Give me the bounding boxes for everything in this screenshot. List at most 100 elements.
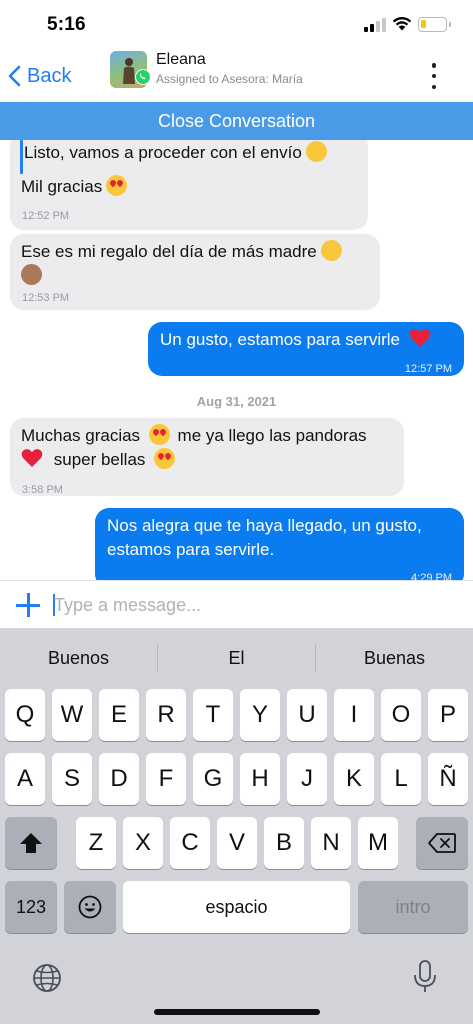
key-z[interactable]: Z [76,817,116,869]
key-b[interactable]: B [264,817,304,869]
key-a[interactable]: A [5,753,45,805]
message-bubble-incoming[interactable]: Muchas gracias me ya llego las pandoras … [10,418,404,496]
numbers-key[interactable]: 123 [5,881,57,933]
home-indicator [154,1009,320,1015]
key-u[interactable]: U [287,689,327,741]
message-text: Mil gracias [21,177,103,196]
message-time: 3:58 PM [22,484,63,496]
backspace-key[interactable] [416,817,468,869]
key-t[interactable]: T [193,689,233,741]
emoji-key[interactable] [64,881,116,933]
see-no-evil-monkey-emoji-icon [21,264,42,285]
back-chevron-icon [8,65,21,87]
message-time: 12:52 PM [22,210,70,222]
message-bubble-outgoing[interactable]: Un gusto, estamos para servirle 12:57 PM [148,322,464,376]
key-j[interactable]: J [287,753,327,805]
space-key[interactable]: espacio [123,881,350,933]
emoji-icon [78,895,102,919]
message-text: Muchas gracias [21,426,141,445]
shift-icon [20,833,42,853]
key-g[interactable]: G [193,753,233,805]
backspace-icon [428,833,456,853]
quoted-text-row: Listo, vamos a proceder con el envío [24,141,327,165]
message-text-row: super bellas [21,448,176,472]
contact-name: Eleana [156,51,206,68]
date-separator: Aug 31, 2021 [196,394,277,409]
microphone-icon[interactable] [412,960,438,994]
key-f[interactable]: F [146,753,186,805]
key-c[interactable]: C [170,817,210,869]
whatsapp-icon [135,69,151,85]
message-list[interactable]: Listo, vamos a proceder con el envío Mil… [0,140,473,580]
key-i[interactable]: I [334,689,374,741]
key-x[interactable]: X [123,817,163,869]
message-text: estamos para servirle. [107,540,275,559]
quoted-message-text: Listo, vamos a proceder con el envío [24,143,302,162]
message-text: me ya llego las pandoras [177,426,367,445]
suggestion-item[interactable]: Buenos [0,628,157,686]
key-h[interactable]: H [240,753,280,805]
status-bar: 5:16 [0,0,473,48]
message-bubble-incoming[interactable]: Listo, vamos a proceder con el envío Mil… [10,140,368,230]
message-bubble-incoming[interactable]: Ese es mi regalo del día de más madre 12… [10,234,380,310]
message-text: Ese es mi regalo del día de más madre [21,242,317,261]
key-q[interactable]: Q [5,689,45,741]
heart-eyes-emoji-icon [154,448,176,469]
close-conversation-button[interactable]: Close Conversation [0,102,473,140]
suggestion-item[interactable]: El [158,628,315,686]
message-text-row: Muchas gracias me ya llego las pandoras [21,424,367,448]
key-r[interactable]: R [146,689,186,741]
back-button[interactable]: Back [8,62,71,90]
message-text: Nos alegra que te haya llegado, un gusto… [107,516,422,535]
message-bubble-outgoing[interactable]: Nos alegra que te haya llegado, un gusto… [95,508,464,580]
message-text: Un gusto, estamos para servirle [160,330,400,349]
quote-bar [20,140,23,174]
key-d[interactable]: D [99,753,139,805]
globe-icon[interactable] [32,963,62,993]
status-time: 5:16 [47,14,86,35]
message-input[interactable] [54,591,454,619]
key-s[interactable]: S [52,753,92,805]
return-key[interactable]: intro [358,881,468,933]
heart-eyes-emoji-icon [148,424,170,445]
assigned-agent-text: Assigned to Asesora: María [156,72,303,86]
key-n-tilde[interactable]: Ñ [428,753,468,805]
wifi-icon [392,16,412,31]
message-text-row: Un gusto, estamos para servirle [160,328,431,352]
key-o[interactable]: O [381,689,421,741]
suggestion-item[interactable]: Buenas [316,628,473,686]
key-n[interactable]: N [311,817,351,869]
message-time: 12:53 PM [22,292,70,304]
red-heart-emoji-icon [21,449,43,467]
message-text-row: Mil gracias [21,175,128,199]
suggestion-bar: Buenos El Buenas [0,628,473,686]
key-k[interactable]: K [334,753,374,805]
smiley-emoji-icon [305,141,327,162]
tears-of-joy-emoji-icon [320,240,342,261]
more-vertical-icon[interactable] [426,63,442,89]
key-m[interactable]: M [358,817,398,869]
chat-header: Back Eleana Assigned to Asesora: María [0,48,473,102]
message-time: 4:29 PM [411,572,452,580]
message-time: 12:57 PM [404,363,452,375]
emoji-row [21,264,42,288]
message-text-row: Ese es mi regalo del día de más madre [21,240,342,264]
shift-key[interactable] [5,817,57,869]
key-l[interactable]: L [381,753,421,805]
key-w[interactable]: W [52,689,92,741]
message-text-row: Nos alegra que te haya llegado, un gusto… [107,514,422,562]
keyboard: Buenos El Buenas Q W E R T Y U I O P A S… [0,628,473,1024]
message-text: super bellas [53,450,146,469]
avatar-figure [123,58,135,84]
key-p[interactable]: P [428,689,468,741]
cellular-signal-icon [364,18,386,32]
back-label: Back [27,64,72,87]
key-v[interactable]: V [217,817,257,869]
battery-icon [418,17,451,32]
message-composer [0,580,473,628]
key-e[interactable]: E [99,689,139,741]
heart-eyes-emoji-icon [106,175,128,196]
key-y[interactable]: Y [240,689,280,741]
red-heart-emoji-icon [409,329,431,347]
plus-icon[interactable] [16,593,40,617]
